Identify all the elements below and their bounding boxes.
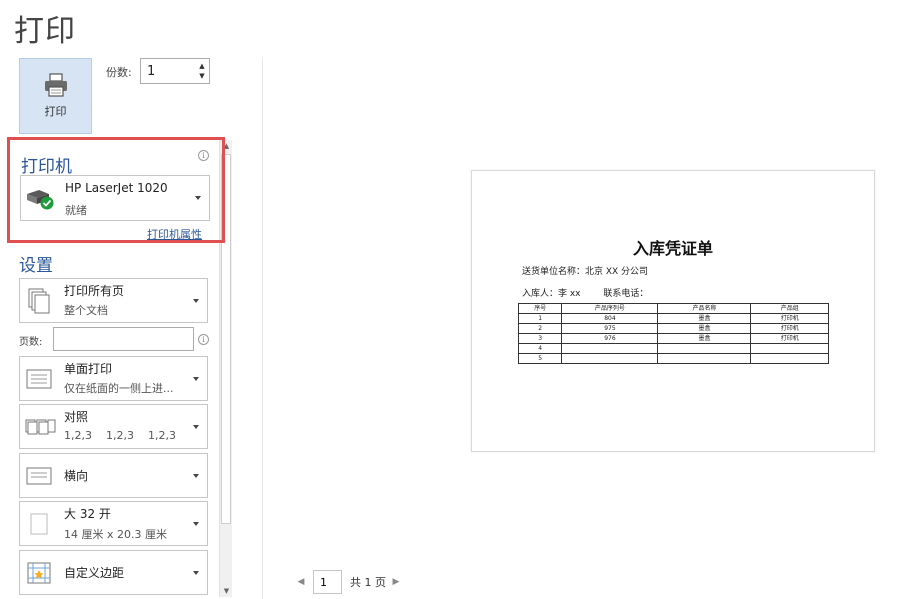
collation-main: 对照 bbox=[64, 410, 89, 424]
page-navigator: ◀ 共 1 页 ▶ bbox=[297, 570, 400, 594]
table-cell: 墨盒 bbox=[657, 333, 752, 344]
table-row: 3 976 墨盒 打印机 bbox=[517, 333, 829, 344]
sides-main: 单面打印 bbox=[64, 362, 113, 376]
doc-table-header: 产品名称 bbox=[657, 303, 752, 314]
table-cell: 4 bbox=[517, 343, 563, 354]
print-range-dropdown[interactable]: 打印所有页 整个文档 bbox=[19, 278, 208, 323]
chevron-down-icon bbox=[193, 376, 199, 381]
single-sided-icon bbox=[26, 369, 52, 388]
preview-page: 入库凭证单 送货单位名称：北京 XX 分公司 入库人：李 xx 联系电话： 序号… bbox=[471, 170, 875, 452]
orientation-dropdown[interactable]: 横向 bbox=[19, 453, 208, 498]
pages-label: 页数: bbox=[19, 337, 43, 348]
pages-stack-icon bbox=[28, 288, 50, 313]
margins-main: 自定义边距 bbox=[64, 566, 125, 580]
table-cell: 1 bbox=[517, 313, 563, 324]
chevron-down-icon bbox=[195, 196, 201, 200]
total-pages-text: 共 1 页 bbox=[350, 576, 386, 589]
print-button[interactable]: 打印 bbox=[19, 58, 92, 134]
table-cell: 804 bbox=[561, 313, 659, 324]
copies-input[interactable] bbox=[141, 59, 193, 83]
copies-label: 份数: bbox=[106, 66, 132, 79]
print-range-main: 打印所有页 bbox=[64, 284, 125, 298]
doc-table-header: 产品序列号 bbox=[561, 303, 659, 314]
table-row: 5 bbox=[517, 353, 829, 364]
doc-supplier: 送货单位名称：北京 XX 分公司 bbox=[522, 267, 649, 277]
table-cell bbox=[750, 343, 829, 354]
table-cell: 975 bbox=[561, 323, 659, 334]
page-title: 打印 bbox=[14, 14, 76, 49]
table-cell: 976 bbox=[561, 333, 659, 344]
table-cell bbox=[750, 353, 829, 364]
spin-down-icon[interactable]: ▼ bbox=[199, 71, 204, 81]
table-cell bbox=[657, 343, 752, 354]
printer-ready-icon bbox=[27, 190, 54, 210]
table-cell bbox=[561, 353, 659, 364]
table-cell bbox=[657, 353, 752, 364]
printer-icon bbox=[44, 73, 67, 97]
spin-up-icon[interactable]: ▲ bbox=[199, 61, 204, 71]
prev-page-icon[interactable]: ◀ bbox=[297, 577, 305, 587]
printer-name: HP LaserJet 1020 bbox=[65, 181, 168, 195]
paper-size-icon bbox=[30, 513, 48, 534]
print-button-label: 打印 bbox=[44, 105, 67, 118]
pages-field[interactable] bbox=[53, 327, 194, 351]
doc-table: 序号 产品序列号 产品名称 产品组 1 804 墨盒 打印机 2 975 墨盒 … bbox=[517, 303, 829, 364]
next-page-icon[interactable]: ▶ bbox=[392, 577, 400, 587]
chevron-down-icon bbox=[193, 521, 199, 526]
collation-dropdown[interactable]: 对照 1,2,3 1,2,3 1,2,3 bbox=[19, 404, 208, 449]
printer-section: 打印机 i HP LaserJet 1020 就绪 打印机属性 bbox=[7, 137, 225, 243]
paper-size-sub: 14 厘米 x 20.3 厘米 bbox=[64, 528, 167, 541]
doc-title: 入库凭证单 bbox=[632, 239, 713, 258]
paper-size-dropdown[interactable]: 大 32 开 14 厘米 x 20.3 厘米 bbox=[19, 501, 208, 546]
orientation-main: 横向 bbox=[64, 469, 89, 483]
table-cell: 墨盒 bbox=[657, 323, 752, 334]
chevron-down-icon bbox=[193, 424, 199, 429]
collation-sub: 1,2,3 1,2,3 1,2,3 bbox=[64, 429, 176, 442]
table-cell: 打印机 bbox=[750, 313, 829, 324]
current-page-field[interactable] bbox=[313, 570, 342, 594]
chevron-down-icon bbox=[193, 570, 199, 575]
paper-size-main: 大 32 开 bbox=[64, 507, 111, 521]
table-cell: 墨盒 bbox=[657, 313, 752, 324]
scroll-down-icon[interactable]: ▼ bbox=[220, 585, 233, 597]
doc-table-header: 产品组 bbox=[750, 303, 829, 314]
table-cell: 打印机 bbox=[750, 333, 829, 344]
info-icon[interactable]: i bbox=[198, 150, 209, 161]
copies-stepper[interactable]: ▲ ▼ bbox=[140, 58, 210, 84]
printer-properties-link[interactable]: 打印机属性 bbox=[147, 226, 202, 242]
info-icon[interactable]: i bbox=[198, 334, 209, 345]
collate-icon bbox=[25, 419, 56, 434]
sides-sub: 仅在纸面的一侧上进... bbox=[64, 382, 174, 395]
landscape-icon bbox=[26, 467, 52, 484]
doc-receiver: 入库人：李 xx 联系电话： bbox=[522, 289, 649, 299]
table-row: 4 bbox=[517, 343, 829, 354]
table-row: 1 804 墨盒 打印机 bbox=[517, 313, 829, 324]
printer-heading: 打印机 bbox=[21, 157, 72, 177]
sides-dropdown[interactable]: 单面打印 仅在纸面的一侧上进... bbox=[19, 356, 208, 401]
table-cell: 打印机 bbox=[750, 323, 829, 334]
doc-table-header: 序号 bbox=[517, 303, 563, 314]
table-cell: 3 bbox=[517, 333, 563, 344]
printer-dropdown[interactable]: HP LaserJet 1020 就绪 bbox=[20, 175, 210, 221]
settings-heading: 设置 bbox=[19, 256, 53, 276]
chevron-down-icon bbox=[193, 298, 199, 303]
margins-icon bbox=[27, 562, 51, 583]
margins-dropdown[interactable]: 自定义边距 bbox=[19, 550, 208, 595]
current-page-input[interactable] bbox=[320, 575, 338, 589]
print-range-sub: 整个文档 bbox=[64, 304, 108, 317]
chevron-down-icon bbox=[193, 473, 199, 478]
printer-status: 就绪 bbox=[65, 204, 87, 217]
pages-input[interactable] bbox=[54, 328, 193, 350]
table-cell: 2 bbox=[517, 323, 563, 334]
table-cell bbox=[561, 343, 659, 354]
table-cell: 5 bbox=[517, 353, 563, 364]
table-row: 2 975 墨盒 打印机 bbox=[517, 323, 829, 334]
